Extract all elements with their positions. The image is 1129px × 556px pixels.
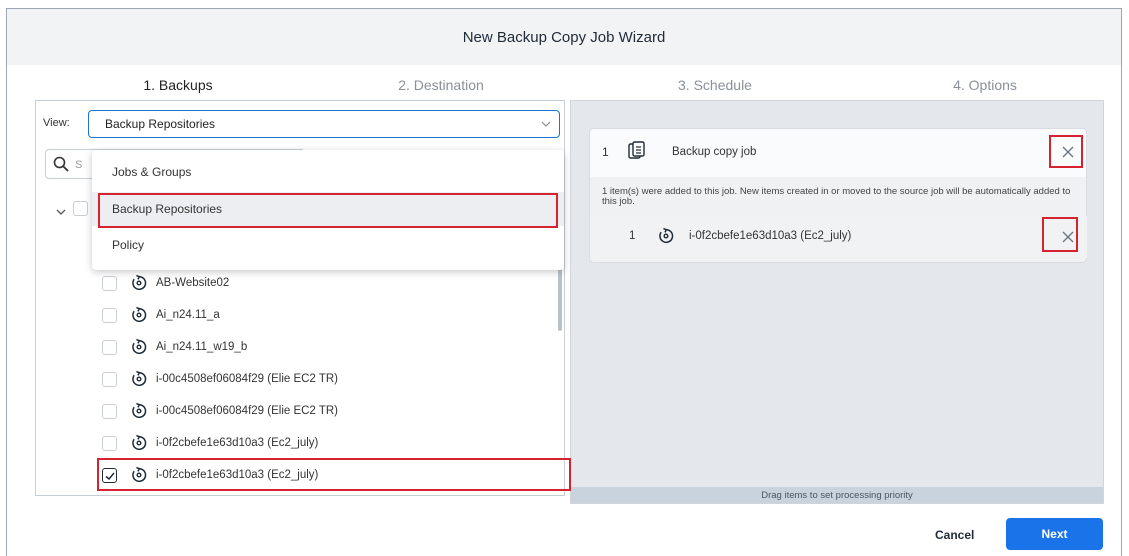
search-icon xyxy=(53,156,69,172)
item-label: i-00c4508ef06084f29 (Elie EC2 TR) xyxy=(156,373,338,385)
chevron-down-icon[interactable] xyxy=(55,206,67,218)
job-card-header: 1 Backup copy job xyxy=(590,129,1086,177)
ec2-instance-icon xyxy=(132,338,147,355)
dropdown-option-jobs-groups[interactable]: Jobs & Groups xyxy=(92,155,564,189)
ec2-instance-icon xyxy=(132,370,147,387)
item-checkbox[interactable] xyxy=(102,307,117,323)
search-placeholder: S xyxy=(75,159,83,171)
job-note: 1 item(s) were added to this job. New it… xyxy=(602,186,1071,207)
highlight-box xyxy=(1049,135,1083,168)
cancel-button[interactable]: Cancel xyxy=(935,528,974,542)
dropdown-option-policy[interactable]: Policy xyxy=(92,228,564,262)
list-item[interactable]: i-0f2cbefe1e63d10a3 (Ec2_july) xyxy=(36,427,556,459)
list-item[interactable]: i-00c4508ef06084f29 (Elie EC2 TR) xyxy=(36,395,556,427)
step-options[interactable]: 4. Options xyxy=(885,77,1085,93)
ec2-instance-icon xyxy=(132,434,147,451)
view-select[interactable]: Backup Repositories xyxy=(88,110,560,138)
job-title: Backup copy job xyxy=(672,146,757,158)
chevron-down-icon xyxy=(541,121,551,127)
ec2-instance-icon xyxy=(132,274,147,291)
list-item[interactable]: Ai_n24.11_a xyxy=(36,299,556,331)
step-destination[interactable]: 2. Destination xyxy=(341,77,541,93)
list-item[interactable]: i-00c4508ef06084f29 (Elie EC2 TR) xyxy=(36,363,556,395)
ec2-instance-icon xyxy=(132,402,147,419)
backup-copy-job-icon xyxy=(628,141,645,159)
item-label: i-00c4508ef06084f29 (Elie EC2 TR) xyxy=(156,405,338,417)
wizard-title: New Backup Copy Job Wizard xyxy=(7,9,1121,65)
job-card: 1 Backup copy job 1 item(s) were added t… xyxy=(589,128,1087,263)
drag-hint: Drag items to set processing priority xyxy=(571,487,1103,503)
list-item[interactable]: Ai_n24.11_w19_b xyxy=(36,331,556,363)
view-label: View: xyxy=(43,117,70,129)
job-number: 1 xyxy=(602,145,609,159)
item-checkbox[interactable] xyxy=(102,371,117,387)
item-label: Ai_n24.11_w19_b xyxy=(156,341,248,353)
item-label: Ai_n24.11_a xyxy=(156,309,220,321)
job-item-number: 1 xyxy=(629,230,636,242)
step-schedule[interactable]: 3. Schedule xyxy=(615,77,815,93)
highlight-box xyxy=(97,458,571,491)
item-label: AB-Website02 xyxy=(156,277,230,289)
ec2-instance-icon xyxy=(132,306,147,323)
item-checkbox[interactable] xyxy=(102,435,117,451)
step-backups[interactable]: 1. Backups xyxy=(78,77,278,93)
item-checkbox[interactable] xyxy=(102,339,117,355)
ec2-instance-icon xyxy=(659,227,674,244)
job-item-row[interactable]: 1 i-0f2cbefe1e63d10a3 (Ec2_july) xyxy=(591,216,1087,258)
highlight-box xyxy=(98,193,558,228)
item-checkbox[interactable] xyxy=(102,275,117,291)
job-panel: 1 Backup copy job 1 item(s) were added t… xyxy=(570,100,1104,504)
root-checkbox[interactable] xyxy=(73,201,88,216)
highlight-box xyxy=(1042,217,1078,252)
list-item[interactable]: AB-Website02 xyxy=(36,267,556,299)
item-label: i-0f2cbefe1e63d10a3 (Ec2_july) xyxy=(156,437,319,449)
view-select-value: Backup Repositories xyxy=(105,117,216,131)
job-item-label: i-0f2cbefe1e63d10a3 (Ec2_july) xyxy=(689,230,852,242)
next-button[interactable]: Next xyxy=(1006,518,1103,550)
item-checkbox[interactable] xyxy=(102,403,117,419)
